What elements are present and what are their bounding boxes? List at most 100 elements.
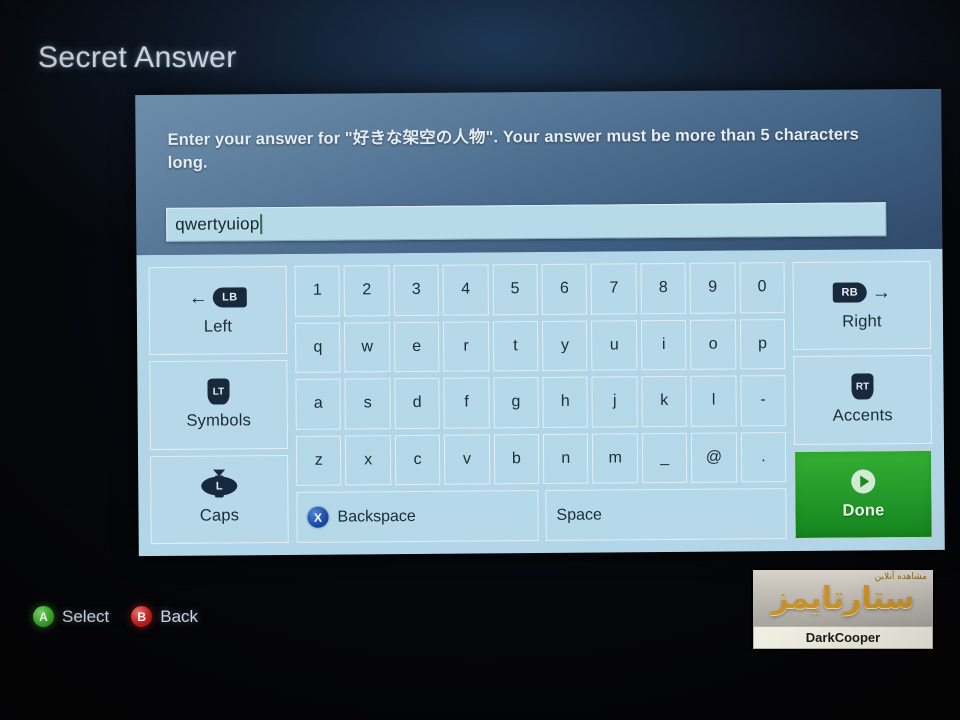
right-modifier-column: RB → Right RT Accents Done: [792, 260, 933, 539]
key-cell[interactable]: i: [640, 319, 687, 371]
legend-item-select[interactable]: A Select: [33, 606, 109, 627]
key-space[interactable]: Space: [545, 488, 787, 541]
answer-input-value: qwertyuiop: [175, 214, 260, 234]
key-cell[interactable]: v: [444, 434, 490, 486]
key-cell[interactable]: r: [443, 320, 490, 372]
watermark-subtext: مشاهده آنلاین: [874, 572, 927, 582]
b-button-icon: B: [131, 606, 153, 627]
x-button-icon: X: [307, 506, 329, 529]
key-cell[interactable]: 1: [294, 265, 341, 317]
key-cell[interactable]: k: [641, 376, 688, 427]
keyboard-dialog: Enter your answer for "好きな架空の人物". Your a…: [135, 88, 945, 557]
button-legend: A Select B Back: [33, 606, 198, 627]
trigger-right-icon: RT: [851, 373, 874, 401]
key-cell[interactable]: c: [394, 434, 441, 486]
bumper-right-icon: RB →: [832, 279, 891, 305]
key-cell[interactable]: 9: [689, 262, 736, 314]
key-symbols-label: Symbols: [186, 411, 252, 431]
answer-input[interactable]: qwertyuiop: [166, 202, 887, 242]
stick-letter: L: [215, 480, 223, 493]
key-cell[interactable]: a: [295, 378, 342, 430]
lt-trigger-glyph: LT: [207, 378, 230, 406]
legend-item-back[interactable]: B Back: [131, 606, 198, 627]
key-cell[interactable]: q: [294, 322, 341, 374]
key-cell[interactable]: e: [393, 321, 440, 373]
legend-select-label: Select: [62, 606, 110, 626]
left-stick-click-icon: L: [200, 469, 238, 499]
key-symbols[interactable]: LT Symbols: [149, 360, 288, 450]
a-button-icon: A: [33, 606, 54, 627]
key-cell[interactable]: d: [394, 377, 441, 429]
rb-bumper-glyph: RB: [832, 282, 867, 303]
text-caret: [260, 214, 263, 235]
watermark: مشاهده آنلاین ستارتایمز DarkCooper: [751, 568, 935, 651]
key-row-numbers: 1 2 3 4 5 6 7 8 9 0: [294, 262, 785, 317]
prompt-text: Enter your answer for "好きな架空の人物". Your a…: [167, 125, 859, 173]
key-cell[interactable]: p: [739, 318, 786, 370]
done-button[interactable]: Done: [794, 449, 933, 539]
key-cell[interactable]: s: [344, 378, 391, 430]
key-cell[interactable]: 8: [640, 262, 687, 314]
key-cell[interactable]: h: [542, 376, 589, 428]
key-cell[interactable]: _: [641, 432, 688, 484]
key-cell[interactable]: n: [542, 433, 589, 485]
key-cell[interactable]: x: [345, 434, 392, 486]
done-button-label: Done: [842, 501, 885, 520]
key-cell[interactable]: 5: [492, 264, 538, 315]
key-cell[interactable]: 2: [343, 265, 390, 317]
key-left-label: Left: [203, 317, 233, 336]
key-cell[interactable]: .: [740, 431, 787, 483]
key-accents[interactable]: RT Accents: [793, 355, 932, 445]
start-button-icon: [851, 468, 876, 494]
key-cell[interactable]: 0: [739, 262, 785, 314]
key-cell[interactable]: j: [591, 376, 638, 428]
key-cell[interactable]: 4: [442, 264, 489, 316]
key-cell[interactable]: y: [542, 320, 588, 372]
key-space-label: Space: [556, 506, 602, 524]
watermark-caption: DarkCooper: [753, 626, 933, 649]
key-accents-label: Accents: [832, 406, 893, 426]
key-cell[interactable]: f: [443, 377, 490, 429]
key-right[interactable]: RB → Right: [792, 260, 932, 351]
key-left[interactable]: ← LB Left: [148, 265, 288, 356]
page-title: Secret Answer: [38, 41, 237, 74]
key-cell[interactable]: t: [492, 320, 539, 372]
key-cell[interactable]: 7: [590, 263, 637, 315]
key-cell[interactable]: b: [493, 433, 540, 485]
key-row-home: a s d f g h j k l -: [295, 375, 786, 430]
xbox-onscreen-keyboard-screen: Secret Answer Enter your answer for "好きな…: [0, 0, 960, 720]
watermark-art: مشاهده آنلاین ستارتایمز: [753, 570, 933, 626]
key-cell[interactable]: o: [690, 319, 737, 371]
arrow-left-icon: ←: [188, 287, 208, 309]
key-cell[interactable]: -: [740, 375, 786, 427]
watermark-main-text: ستارتایمز: [771, 580, 915, 616]
key-cell[interactable]: g: [493, 377, 539, 429]
key-caps-label: Caps: [199, 506, 240, 525]
legend-back-label: Back: [160, 606, 199, 626]
character-grid: 1 2 3 4 5 6 7 8 9 0 q w e r t y u i o p …: [294, 262, 787, 543]
lb-bumper-glyph: LB: [212, 287, 247, 308]
trigger-left-icon: LT: [207, 378, 230, 406]
keyboard-panel: ← LB Left LT Symbols L Caps 1 2 3 4 5 6 …: [136, 248, 945, 557]
key-cell[interactable]: u: [591, 319, 638, 371]
start-glyph: [851, 469, 876, 494]
key-backspace[interactable]: X Backspace: [296, 490, 539, 543]
key-row-actions: X Backspace Space: [296, 488, 787, 543]
key-cell[interactable]: z: [295, 435, 342, 487]
key-cell[interactable]: 6: [541, 263, 588, 315]
key-cell[interactable]: 3: [393, 264, 440, 316]
left-modifier-column: ← LB Left LT Symbols L Caps: [148, 265, 289, 545]
prompt-panel: Enter your answer for "好きな架空の人物". Your a…: [135, 88, 943, 256]
key-cell[interactable]: l: [690, 375, 737, 427]
key-row-bottom: z x c v b n m _ @ .: [295, 431, 787, 487]
bumper-left-icon: ← LB: [189, 284, 247, 310]
key-cell[interactable]: w: [344, 321, 391, 373]
arrow-right-icon: →: [871, 281, 891, 304]
key-cell[interactable]: m: [592, 433, 639, 484]
key-right-label: Right: [842, 312, 882, 331]
key-caps[interactable]: L Caps: [150, 454, 289, 545]
key-cell[interactable]: @: [691, 432, 737, 484]
stick-glyph: L: [200, 469, 238, 499]
rt-trigger-glyph: RT: [851, 373, 874, 401]
key-row-top: q w e r t y u i o p: [294, 318, 786, 374]
